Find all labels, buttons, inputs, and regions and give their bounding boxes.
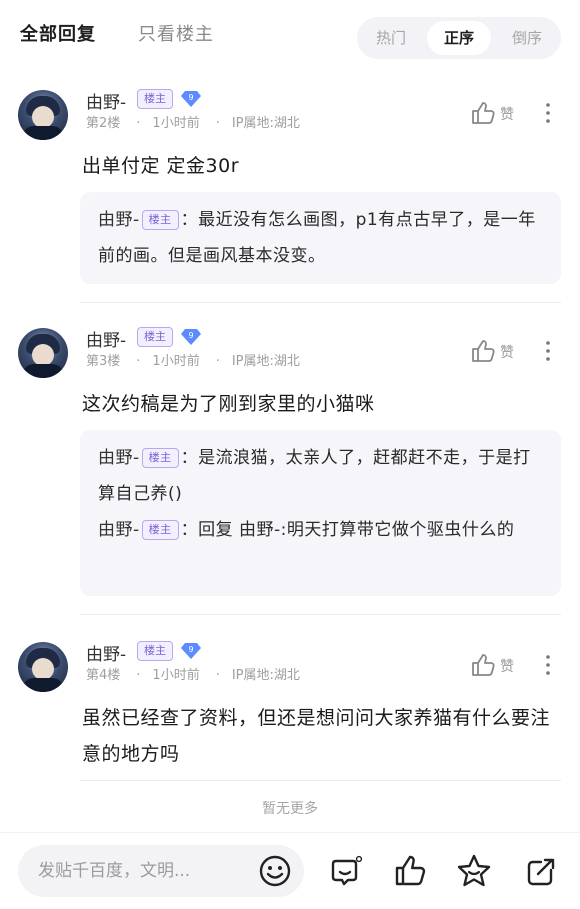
divider: [80, 614, 561, 615]
sub-replies[interactable]: 由野- 楼主 ：是流浪猫，太亲人了，赶都赶不走，于是打算自己养() 由野- 楼主 ：回复…: [80, 430, 561, 596]
filter-all-replies[interactable]: 全部回复: [20, 20, 96, 46]
sub-reply[interactable]: 由野- 楼主 ：是流浪猫，太亲人了，赶都赶不走，于是打算自己养(): [98, 440, 543, 512]
sub-replies[interactable]: 由野- 楼主 ：最近没有怎么画图，p1有点古早了，是一年前的画。但是画风基本没变。: [80, 192, 561, 284]
op-badge: 楼主: [137, 89, 173, 109]
floor-number: 第2楼: [86, 116, 121, 131]
more-options-icon[interactable]: [540, 652, 556, 678]
no-more-indicator: 暂无更多: [262, 801, 318, 817]
op-badge: 楼主: [141, 520, 179, 540]
post-time: 1小时前: [152, 668, 200, 683]
svg-text:9: 9: [188, 645, 193, 654]
post-content: 这次约稿是为了刚到家里的小猫咪: [82, 393, 375, 415]
username[interactable]: 由野-: [86, 88, 126, 113]
post-time: 1小时前: [152, 116, 200, 131]
floor-number: 第3楼: [86, 354, 121, 369]
post-content: 虽然已经查了资料，但还是想问问大家养猫有什么要注意的地方吗: [82, 707, 551, 765]
avatar[interactable]: [18, 328, 68, 378]
ip-location: IP属地:湖北: [231, 668, 300, 683]
reply-filter-bar: 全部回复 只看楼主 热门 正序 倒序: [0, 0, 580, 70]
sort-tab-descending[interactable]: 倒序: [495, 21, 559, 55]
filter-op-only[interactable]: 只看楼主: [138, 20, 214, 46]
ip-location: IP属地:湖北: [231, 116, 300, 131]
bottom-action-bar: [0, 832, 580, 909]
op-badge: 楼主: [141, 210, 179, 230]
like-label: 赞: [500, 659, 514, 675]
post-content: 出单付定 定金30r: [82, 155, 240, 177]
post-time: 1小时前: [152, 354, 200, 369]
svg-text:9: 9: [188, 331, 193, 340]
sort-tab-ascending[interactable]: 正序: [427, 21, 491, 55]
reply-text: ：回复 由野-:明天打算带它做个驱虫什么的: [180, 520, 515, 540]
reply-username[interactable]: 由野-: [98, 520, 140, 540]
sort-tab-hot[interactable]: 热门: [359, 21, 423, 55]
thumb-up-icon[interactable]: [393, 853, 429, 889]
divider: [80, 780, 561, 781]
thumb-up-icon: [472, 654, 495, 676]
svg-text:9: 9: [188, 93, 193, 102]
like-button[interactable]: 赞: [470, 338, 530, 364]
sort-toggle-group: 热门 正序 倒序: [357, 17, 561, 59]
comment-icon[interactable]: [328, 853, 364, 889]
sub-reply[interactable]: 由野- 楼主 ：回复 由野-:明天打算带它做个驱虫什么的: [98, 512, 543, 548]
star-icon[interactable]: [456, 853, 492, 889]
username[interactable]: 由野-: [86, 640, 126, 665]
level-badge-icon: 9: [181, 91, 201, 107]
post-meta: 第2楼 · 1小时前 · IP属地:湖北: [86, 116, 300, 131]
avatar[interactable]: [18, 642, 68, 692]
reply-username[interactable]: 由野-: [98, 448, 140, 468]
ip-location: IP属地:湖北: [231, 354, 300, 369]
emoji-icon[interactable]: [258, 854, 292, 888]
like-button[interactable]: 赞: [470, 652, 530, 678]
like-button[interactable]: 赞: [470, 100, 530, 126]
like-label: 赞: [500, 107, 514, 123]
thumb-up-icon: [472, 340, 495, 362]
more-options-icon[interactable]: [540, 100, 556, 126]
like-label: 赞: [500, 345, 514, 361]
more-options-icon[interactable]: [540, 338, 556, 364]
avatar[interactable]: [18, 90, 68, 140]
floor-number: 第4楼: [86, 668, 121, 683]
divider: [80, 302, 561, 303]
sub-reply[interactable]: 由野- 楼主 ：最近没有怎么画图，p1有点古早了，是一年前的画。但是画风基本没变。: [98, 202, 543, 274]
level-badge-icon: 9: [181, 643, 201, 659]
share-icon[interactable]: [523, 853, 559, 889]
level-badge-icon: 9: [181, 329, 201, 345]
post-meta: 第4楼 · 1小时前 · IP属地:湖北: [86, 668, 300, 683]
op-badge: 楼主: [137, 641, 173, 661]
op-badge: 楼主: [141, 448, 179, 468]
reply-username[interactable]: 由野-: [98, 210, 140, 230]
post-meta: 第3楼 · 1小时前 · IP属地:湖北: [86, 354, 300, 369]
username[interactable]: 由野-: [86, 326, 126, 351]
op-badge: 楼主: [137, 327, 173, 347]
thumb-up-icon: [472, 102, 495, 124]
